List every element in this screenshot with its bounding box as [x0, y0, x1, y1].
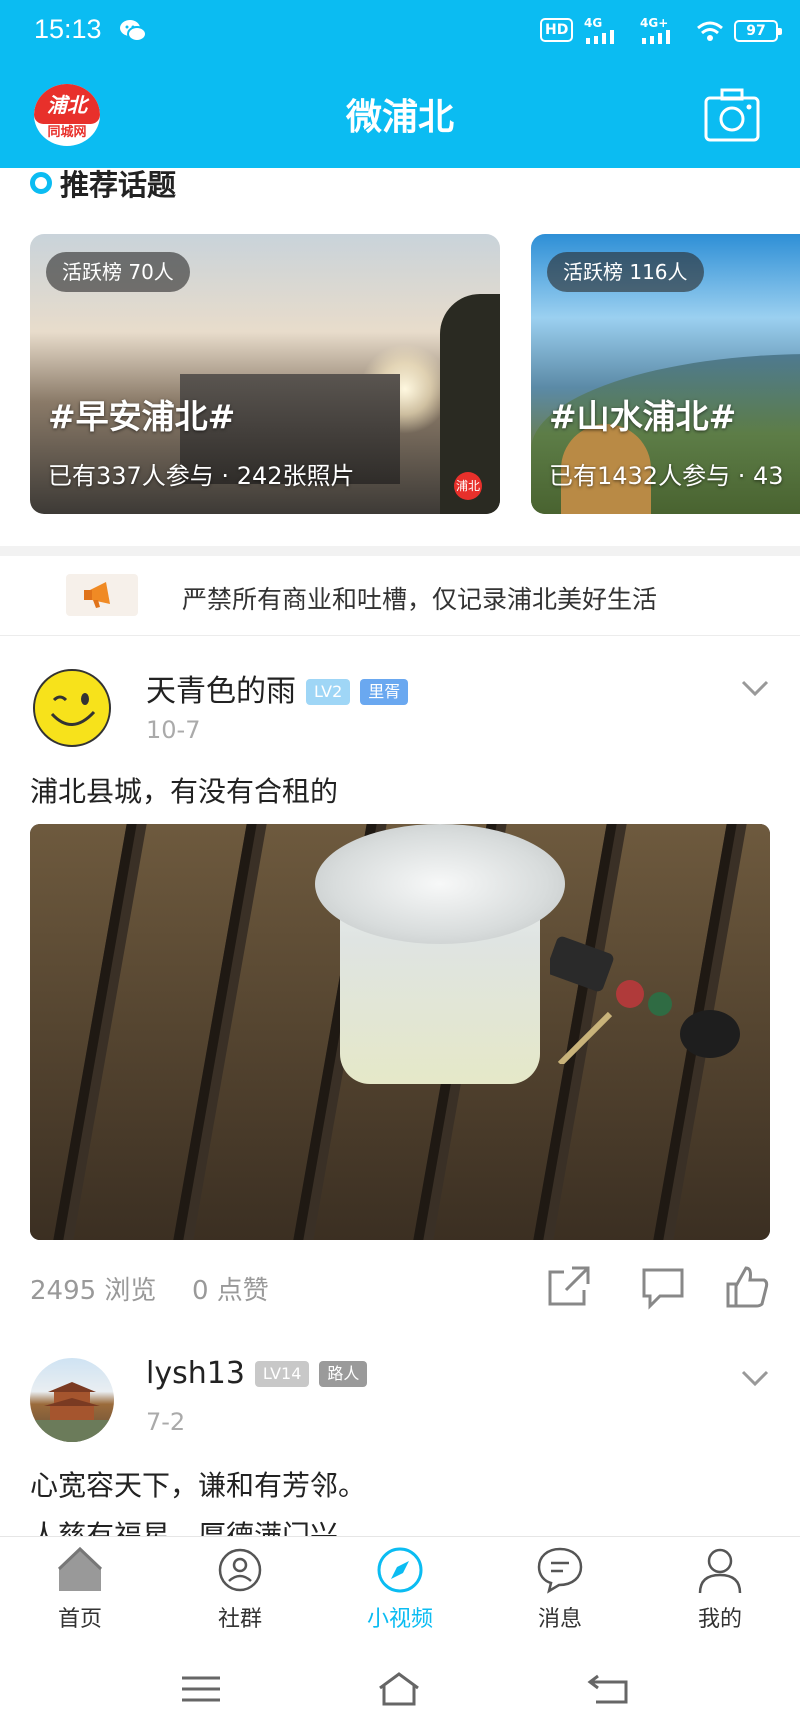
- tab-label: 小视频: [366, 1607, 433, 1632]
- post-text: 心宽容天下，谦和有芳邻。: [30, 1469, 367, 1502]
- bottom-tab-bar: 首页 社群 小视频 消息 我的: [0, 1536, 800, 1640]
- tab-label: 社群: [217, 1607, 262, 1632]
- like-icon[interactable]: [724, 1264, 770, 1310]
- tab-profile[interactable]: 我的: [660, 1545, 780, 1641]
- tab-short-video[interactable]: 小视频: [340, 1545, 460, 1641]
- notice-text: 严禁所有商业和吐槽，仅记录浦北美好生活: [182, 585, 658, 614]
- back-icon[interactable]: [586, 1670, 632, 1708]
- post-date: 7-2: [146, 1408, 186, 1436]
- topic-carousel[interactable]: 活跃榜 70人 #早安浦北# 已有337人参与 · 242张照片 浦北 活跃榜 …: [0, 234, 800, 514]
- section-title: 推荐话题: [30, 162, 176, 204]
- wechat-icon: [120, 20, 147, 42]
- tab-label: 消息: [537, 1607, 582, 1632]
- tab-label: 首页: [57, 1607, 102, 1632]
- tab-community[interactable]: 社群: [180, 1545, 300, 1641]
- image-cup-lid: [315, 824, 565, 944]
- topic-stats: 已有1432人参与 · 43: [549, 462, 784, 490]
- status-bar: 15:13 HD 4G 4G+ 97: [0, 0, 800, 62]
- role-badge: 里胥: [360, 679, 409, 705]
- avatar[interactable]: [30, 1358, 114, 1442]
- signal-2-icon: 4G+: [640, 16, 669, 30]
- page-title: 微浦北: [345, 97, 454, 138]
- like-count: 0 点赞: [192, 1276, 269, 1306]
- wifi-icon: [697, 21, 723, 41]
- post-date: 10-7: [146, 716, 201, 744]
- tab-home[interactable]: 首页: [20, 1545, 140, 1641]
- battery-icon: 97: [734, 20, 782, 42]
- topic-tag: #早安浦北#: [48, 397, 236, 436]
- home-nav-icon[interactable]: [376, 1670, 422, 1708]
- level-badge: LV2: [306, 679, 351, 705]
- section-divider: [0, 546, 800, 556]
- signal-bars-icon: [642, 30, 670, 44]
- home-icon: [57, 1546, 103, 1591]
- status-time: 15:13: [34, 14, 102, 44]
- comment-icon[interactable]: [640, 1264, 686, 1310]
- megaphone-icon: [66, 574, 138, 616]
- image-keys: [550, 936, 740, 1064]
- tab-label: 我的: [697, 1607, 742, 1632]
- tab-messages[interactable]: 消息: [500, 1545, 620, 1641]
- menu-icon[interactable]: [178, 1670, 224, 1708]
- section-dot-icon: [30, 172, 52, 194]
- post-username[interactable]: 天青色的雨 LV2 里胥: [146, 666, 409, 710]
- profile-icon: [698, 1548, 742, 1594]
- pagoda-avatar-icon: [30, 1382, 114, 1442]
- notice-bar: 严禁所有商业和吐槽，仅记录浦北美好生活: [0, 558, 800, 636]
- post-image[interactable]: [30, 824, 770, 1240]
- community-icon: [218, 1548, 262, 1592]
- compass-icon: [377, 1547, 423, 1593]
- card-watermark: 浦北: [454, 472, 486, 500]
- share-icon[interactable]: [546, 1264, 592, 1310]
- view-count: 2495 浏览: [30, 1276, 157, 1306]
- post-username[interactable]: lysh13 LV14 路人: [146, 1356, 368, 1391]
- message-icon: [537, 1547, 583, 1594]
- topic-badge: 活跃榜 116人: [547, 252, 704, 292]
- post-text: 浦北县城，有没有合租的: [30, 775, 339, 808]
- role-badge: 路人: [319, 1361, 368, 1387]
- hd-icon: HD: [540, 18, 574, 42]
- top-bar: 15:13 HD 4G 4G+ 97 浦北 同城网 微浦北: [0, 0, 800, 168]
- system-nav-bar: [0, 1640, 800, 1734]
- camera-icon[interactable]: [704, 88, 760, 142]
- app-header: 浦北 同城网 微浦北: [0, 62, 800, 168]
- signal-bars-icon: [586, 30, 614, 44]
- topic-badge: 活跃榜 70人: [46, 252, 190, 292]
- username-text: 天青色的雨: [146, 674, 296, 709]
- topic-stats: 已有337人参与 · 242张照片: [48, 462, 355, 490]
- chevron-down-icon[interactable]: [740, 1368, 770, 1388]
- signal-1-icon: 4G: [584, 16, 603, 30]
- topic-card[interactable]: 活跃榜 70人 #早安浦北# 已有337人参与 · 242张照片 浦北: [30, 234, 500, 514]
- username-text: lysh13: [146, 1356, 245, 1391]
- smiley-avatar-icon: [33, 669, 111, 747]
- section-title-text: 推荐话题: [60, 168, 177, 202]
- watermark-logo: 浦北: [454, 472, 482, 500]
- topic-tag: #山水浦北#: [549, 397, 737, 436]
- avatar[interactable]: [30, 666, 114, 750]
- topic-card[interactable]: 活跃榜 116人 #山水浦北# 已有1432人参与 · 43: [531, 234, 800, 514]
- chevron-down-icon[interactable]: [740, 678, 770, 698]
- system-indicators: HD 4G 4G+ 97: [540, 0, 800, 62]
- level-badge: LV14: [254, 1361, 310, 1387]
- post-actions: 2495 浏览 0 点赞: [30, 1264, 770, 1314]
